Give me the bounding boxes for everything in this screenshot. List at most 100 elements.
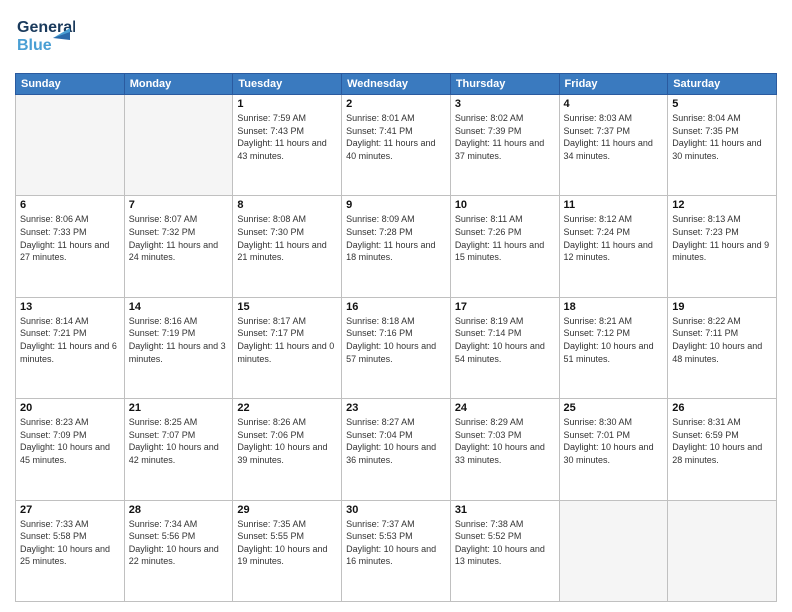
day-number: 30: [346, 504, 446, 516]
day-number: 8: [237, 199, 337, 211]
calendar-cell: 5 Sunrise: 8:04 AM Sunset: 7:35 PM Daylig…: [668, 95, 777, 196]
day-info: Sunrise: 8:19 AM Sunset: 7:14 PM Dayligh…: [455, 315, 555, 365]
day-info: Sunrise: 8:12 AM Sunset: 7:24 PM Dayligh…: [564, 213, 664, 263]
day-number: 29: [237, 504, 337, 516]
calendar-cell: 4 Sunrise: 8:03 AM Sunset: 7:37 PM Daylig…: [559, 95, 668, 196]
calendar-week-row: 13Sunrise: 8:14 AM Sunset: 7:21 PM Dayli…: [16, 297, 777, 398]
day-number: 22: [237, 402, 337, 414]
calendar-cell: 16 Sunrise: 8:18 AM Sunset: 7:16 PM Dayli…: [342, 297, 451, 398]
day-info: Sunrise: 8:02 AM Sunset: 7:39 PM Dayligh…: [455, 112, 555, 162]
day-info: Sunrise: 8:08 AM Sunset: 7:30 PM Dayligh…: [237, 213, 337, 263]
calendar-cell: 23 Sunrise: 8:27 AM Sunset: 7:04 PM Dayli…: [342, 399, 451, 500]
calendar-cell: 29 Sunrise: 7:35 AM Sunset: 5:55 PM Dayli…: [233, 500, 342, 601]
calendar-cell: 20 Sunrise: 8:23 AM Sunset: 7:09 PM Dayli…: [16, 399, 125, 500]
day-info: Sunrise: 8:18 AM Sunset: 7:16 PM Dayligh…: [346, 315, 446, 365]
day-number: 27: [20, 504, 120, 516]
calendar-week-row: 1 Sunrise: 7:59 AM Sunset: 7:43 PM Daylig…: [16, 95, 777, 196]
day-number: 16: [346, 301, 446, 313]
logo: General Blue: [15, 10, 75, 65]
day-info: Sunrise: 8:11 AM Sunset: 7:26 PM Dayligh…: [455, 213, 555, 263]
calendar-cell: 26 Sunrise: 8:31 AM Sunset: 6:59 PM Dayli…: [668, 399, 777, 500]
header: General Blue: [15, 10, 777, 65]
day-info: Sunrise: 8:23 AM Sunset: 7:09 PM Dayligh…: [20, 416, 120, 466]
day-info: Sunrise: 7:33 AM Sunset: 5:58 PM Dayligh…: [20, 518, 120, 568]
weekday-header-saturday: Saturday: [668, 74, 777, 95]
day-number: 14: [129, 301, 229, 313]
weekday-header-thursday: Thursday: [450, 74, 559, 95]
calendar-cell: 21 Sunrise: 8:25 AM Sunset: 7:07 PM Dayli…: [124, 399, 233, 500]
calendar-cell: 30 Sunrise: 7:37 AM Sunset: 5:53 PM Dayli…: [342, 500, 451, 601]
calendar-cell: 14 Sunrise: 8:16 AM Sunset: 7:19 PM Dayli…: [124, 297, 233, 398]
day-info: Sunrise: 8:27 AM Sunset: 7:04 PM Dayligh…: [346, 416, 446, 466]
day-number: 24: [455, 402, 555, 414]
day-info: Sunrise: 8:25 AM Sunset: 7:07 PM Dayligh…: [129, 416, 229, 466]
day-info: Sunrise: 7:59 AM Sunset: 7:43 PM Dayligh…: [237, 112, 337, 162]
day-info: Sunrise: 8:09 AM Sunset: 7:28 PM Dayligh…: [346, 213, 446, 263]
day-info: Sunrise: 8:29 AM Sunset: 7:03 PM Dayligh…: [455, 416, 555, 466]
page: General Blue SundayMondayTuesdayWednesda…: [0, 0, 792, 612]
day-info: Sunrise: 8:30 AM Sunset: 7:01 PM Dayligh…: [564, 416, 664, 466]
day-info: Sunrise: 8:31 AM Sunset: 6:59 PM Dayligh…: [672, 416, 772, 466]
day-number: 15: [237, 301, 337, 313]
calendar-cell: 2Sunrise: 8:01 AM Sunset: 7:41 PM Daylig…: [342, 95, 451, 196]
day-info: Sunrise: 8:21 AM Sunset: 7:12 PM Dayligh…: [564, 315, 664, 365]
day-number: 9: [346, 199, 446, 211]
weekday-header-tuesday: Tuesday: [233, 74, 342, 95]
day-number: 10: [455, 199, 555, 211]
day-number: 28: [129, 504, 229, 516]
day-number: 1: [237, 98, 337, 110]
day-number: 4: [564, 98, 664, 110]
calendar-week-row: 6Sunrise: 8:06 AM Sunset: 7:33 PM Daylig…: [16, 196, 777, 297]
day-number: 21: [129, 402, 229, 414]
day-info: Sunrise: 8:04 AM Sunset: 7:35 PM Dayligh…: [672, 112, 772, 162]
calendar-cell: 8 Sunrise: 8:08 AM Sunset: 7:30 PM Daylig…: [233, 196, 342, 297]
calendar-cell: 24 Sunrise: 8:29 AM Sunset: 7:03 PM Dayli…: [450, 399, 559, 500]
calendar-cell: 22 Sunrise: 8:26 AM Sunset: 7:06 PM Dayli…: [233, 399, 342, 500]
day-info: Sunrise: 8:01 AM Sunset: 7:41 PM Dayligh…: [346, 112, 446, 162]
day-info: Sunrise: 7:34 AM Sunset: 5:56 PM Dayligh…: [129, 518, 229, 568]
day-info: Sunrise: 8:03 AM Sunset: 7:37 PM Dayligh…: [564, 112, 664, 162]
calendar-cell: [16, 95, 125, 196]
calendar-cell: 15 Sunrise: 8:17 AM Sunset: 7:17 PM Dayli…: [233, 297, 342, 398]
weekday-header-friday: Friday: [559, 74, 668, 95]
calendar-cell: [124, 95, 233, 196]
calendar-cell: 10 Sunrise: 8:11 AM Sunset: 7:26 PM Dayli…: [450, 196, 559, 297]
calendar-cell: 18Sunrise: 8:21 AM Sunset: 7:12 PM Dayli…: [559, 297, 668, 398]
day-number: 20: [20, 402, 120, 414]
calendar-cell: 11Sunrise: 8:12 AM Sunset: 7:24 PM Dayli…: [559, 196, 668, 297]
day-info: Sunrise: 8:13 AM Sunset: 7:23 PM Dayligh…: [672, 213, 772, 263]
day-info: Sunrise: 8:16 AM Sunset: 7:19 PM Dayligh…: [129, 315, 229, 365]
calendar-cell: 9 Sunrise: 8:09 AM Sunset: 7:28 PM Daylig…: [342, 196, 451, 297]
weekday-header-wednesday: Wednesday: [342, 74, 451, 95]
calendar-cell: 28 Sunrise: 7:34 AM Sunset: 5:56 PM Dayli…: [124, 500, 233, 601]
day-number: 26: [672, 402, 772, 414]
day-info: Sunrise: 8:26 AM Sunset: 7:06 PM Dayligh…: [237, 416, 337, 466]
day-number: 17: [455, 301, 555, 313]
day-number: 12: [672, 199, 772, 211]
day-info: Sunrise: 8:17 AM Sunset: 7:17 PM Dayligh…: [237, 315, 337, 365]
calendar-cell: 6Sunrise: 8:06 AM Sunset: 7:33 PM Daylig…: [16, 196, 125, 297]
day-info: Sunrise: 7:35 AM Sunset: 5:55 PM Dayligh…: [237, 518, 337, 568]
day-number: 5: [672, 98, 772, 110]
calendar-cell: 27 Sunrise: 7:33 AM Sunset: 5:58 PM Dayli…: [16, 500, 125, 601]
calendar-cell: 1 Sunrise: 7:59 AM Sunset: 7:43 PM Daylig…: [233, 95, 342, 196]
calendar-cell: 7 Sunrise: 8:07 AM Sunset: 7:32 PM Daylig…: [124, 196, 233, 297]
day-number: 25: [564, 402, 664, 414]
day-number: 7: [129, 199, 229, 211]
calendar-week-row: 20 Sunrise: 8:23 AM Sunset: 7:09 PM Dayli…: [16, 399, 777, 500]
day-number: 23: [346, 402, 446, 414]
svg-text:Blue: Blue: [17, 37, 52, 54]
calendar-cell: [559, 500, 668, 601]
calendar-cell: 12 Sunrise: 8:13 AM Sunset: 7:23 PM Dayli…: [668, 196, 777, 297]
day-number: 31: [455, 504, 555, 516]
calendar-cell: 13Sunrise: 8:14 AM Sunset: 7:21 PM Dayli…: [16, 297, 125, 398]
logo-icon: General Blue: [15, 10, 75, 65]
weekday-header-sunday: Sunday: [16, 74, 125, 95]
weekday-header-row: SundayMondayTuesdayWednesdayThursdayFrid…: [16, 74, 777, 95]
day-number: 19: [672, 301, 772, 313]
day-info: Sunrise: 8:07 AM Sunset: 7:32 PM Dayligh…: [129, 213, 229, 263]
day-info: Sunrise: 8:06 AM Sunset: 7:33 PM Dayligh…: [20, 213, 120, 263]
day-info: Sunrise: 7:37 AM Sunset: 5:53 PM Dayligh…: [346, 518, 446, 568]
day-info: Sunrise: 8:22 AM Sunset: 7:11 PM Dayligh…: [672, 315, 772, 365]
weekday-header-monday: Monday: [124, 74, 233, 95]
